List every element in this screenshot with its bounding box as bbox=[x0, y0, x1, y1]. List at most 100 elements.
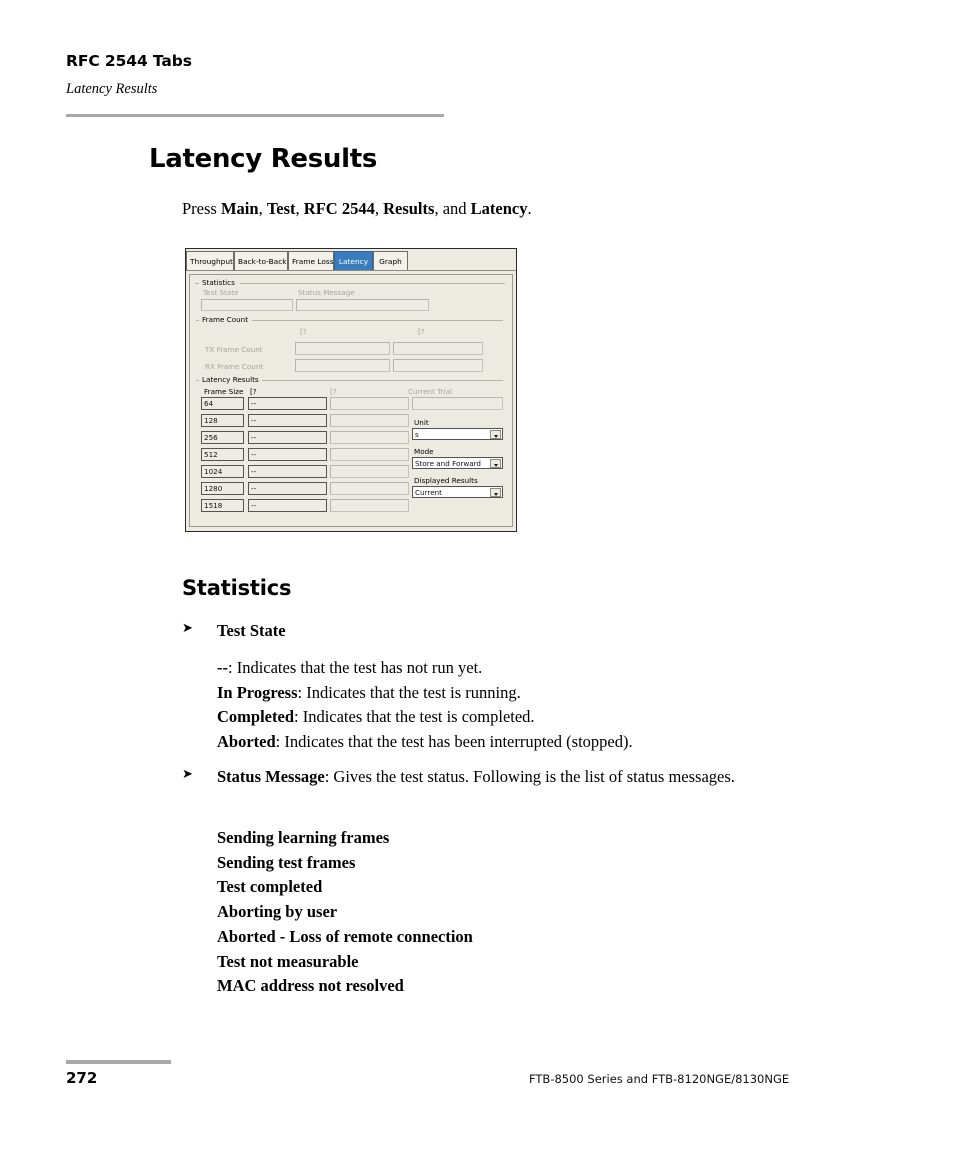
running-header-title: RFC 2544 Tabs bbox=[66, 52, 192, 70]
definition-item: Completed: Indicates that the test is co… bbox=[217, 705, 837, 730]
statistics-group-title: Statistics bbox=[199, 278, 238, 287]
status-message-item: Aborted - Loss of remote connection bbox=[217, 926, 473, 946]
intro-suffix: . bbox=[527, 199, 532, 218]
tab-frame-loss[interactable]: Frame Loss bbox=[288, 251, 334, 270]
col-header-measured: [? bbox=[250, 387, 257, 396]
latency-value: -- bbox=[251, 450, 257, 459]
statistics-group-border-right bbox=[240, 283, 505, 284]
frame-count-col-header-2: [? bbox=[418, 327, 425, 336]
frame-count-col-header-1: [? bbox=[300, 327, 307, 336]
unit-value: s bbox=[415, 430, 419, 439]
col-header-frame-size: Frame Size bbox=[204, 387, 244, 396]
definition-term: Aborted bbox=[217, 732, 276, 752]
latency-value-cell[interactable]: -- bbox=[248, 414, 327, 427]
tab-latency[interactable]: Latency bbox=[334, 251, 373, 270]
frame-size-cell[interactable]: 512 bbox=[201, 448, 244, 461]
latency-value-cell[interactable]: -- bbox=[248, 465, 327, 478]
latency-value-cell[interactable]: -- bbox=[248, 482, 327, 495]
tab-strip: Throughput Back-to-Back Frame Loss Laten… bbox=[186, 249, 516, 271]
latency-secondary-cell[interactable] bbox=[330, 482, 409, 495]
latency-value: -- bbox=[251, 416, 257, 425]
col-header-current-trial: Current Trial bbox=[408, 387, 452, 396]
rx-frame-count-field-1[interactable] bbox=[295, 359, 390, 372]
intro-step-results: Results bbox=[383, 199, 435, 218]
intro-step-main: Main bbox=[220, 199, 259, 218]
status-message-item: Test completed bbox=[217, 877, 323, 897]
col-header-secondary: [? bbox=[330, 387, 337, 396]
frame-size-cell[interactable]: 1024 bbox=[201, 465, 244, 478]
chevron-down-icon[interactable] bbox=[490, 459, 501, 468]
displayed-results-dropdown[interactable]: Current bbox=[412, 486, 503, 498]
latency-value-cell[interactable]: -- bbox=[248, 448, 327, 461]
unit-label: Unit bbox=[414, 418, 429, 427]
latency-value: -- bbox=[251, 399, 257, 408]
frame-size-cell[interactable]: 128 bbox=[201, 414, 244, 427]
bullet-test-state-term: Test State bbox=[217, 621, 286, 640]
frame-size-value: 256 bbox=[204, 433, 218, 442]
latency-results-group-title: Latency Results bbox=[199, 375, 262, 384]
intro-sep-4: , and bbox=[434, 199, 471, 218]
chevron-down-icon[interactable] bbox=[490, 430, 501, 439]
status-message-item: Aborting by user bbox=[217, 902, 338, 922]
latency-secondary-cell[interactable] bbox=[330, 397, 409, 410]
tx-frame-count-field-1[interactable] bbox=[295, 342, 390, 355]
tab-throughput[interactable]: Throughput bbox=[186, 251, 234, 270]
latency-results-panel: Statistics Test State Status Message Fra… bbox=[189, 274, 513, 527]
latency-value-cell[interactable]: -- bbox=[248, 397, 327, 410]
frame-size-cell[interactable]: 64 bbox=[201, 397, 244, 410]
definition-text: : Indicates that the test has not run ye… bbox=[228, 658, 483, 677]
embedded-ui-screenshot: Throughput Back-to-Back Frame Loss Laten… bbox=[185, 248, 517, 532]
status-message-item: MAC address not resolved bbox=[217, 976, 404, 996]
frame-size-cell[interactable]: 1518 bbox=[201, 499, 244, 512]
definition-term: In Progress bbox=[217, 682, 298, 702]
displayed-results-value: Current bbox=[415, 488, 442, 497]
frame-count-group-title: Frame Count bbox=[199, 315, 252, 324]
mode-label: Mode bbox=[414, 447, 434, 456]
frame-size-value: 64 bbox=[204, 399, 214, 408]
mode-dropdown[interactable]: Store and Forward bbox=[412, 457, 503, 469]
latency-secondary-cell[interactable] bbox=[330, 414, 409, 427]
chevron-down-icon[interactable] bbox=[490, 488, 501, 497]
test-state-definitions: --: Indicates that the test has not run … bbox=[217, 656, 837, 755]
header-divider bbox=[66, 114, 444, 117]
latency-secondary-cell[interactable] bbox=[330, 465, 409, 478]
unit-dropdown[interactable]: s bbox=[412, 428, 503, 440]
rx-frame-count-field-2[interactable] bbox=[393, 359, 483, 372]
latency-results-border-right bbox=[260, 380, 503, 381]
latency-secondary-cell[interactable] bbox=[330, 431, 409, 444]
test-state-field[interactable] bbox=[201, 299, 293, 311]
test-state-label: Test State bbox=[203, 288, 239, 297]
latency-value-cell[interactable]: -- bbox=[248, 499, 327, 512]
latency-value-cell[interactable]: -- bbox=[248, 431, 327, 444]
status-message-field[interactable] bbox=[296, 299, 429, 311]
running-header: RFC 2544 Tabs Latency Results bbox=[66, 52, 446, 98]
mode-value: Store and Forward bbox=[415, 459, 481, 468]
latency-secondary-cell[interactable] bbox=[330, 448, 409, 461]
displayed-results-label: Displayed Results bbox=[414, 476, 478, 485]
frame-size-cell[interactable]: 1280 bbox=[201, 482, 244, 495]
current-trial-cell[interactable] bbox=[412, 397, 503, 410]
definition-term: Completed bbox=[217, 707, 294, 727]
frame-size-value: 1518 bbox=[204, 501, 223, 510]
frame-size-cell[interactable]: 256 bbox=[201, 431, 244, 444]
bullet-status-message-body: : Gives the test status. Following is th… bbox=[324, 767, 735, 786]
latency-secondary-cell[interactable] bbox=[330, 499, 409, 512]
frame-size-value: 1280 bbox=[204, 484, 223, 493]
definition-text: : Indicates that the test is running. bbox=[297, 682, 521, 702]
status-message-item: Test not measurable bbox=[217, 951, 359, 971]
intro-step-rfc2544: RFC 2544 bbox=[303, 199, 375, 218]
bullet-status-message-term: Status Message bbox=[217, 767, 325, 786]
arrow-bullet-icon: ➤ bbox=[182, 621, 193, 636]
definition-item: In Progress: Indicates that the test is … bbox=[217, 681, 837, 706]
definition-item: --: Indicates that the test has not run … bbox=[217, 656, 837, 681]
tx-frame-count-field-2[interactable] bbox=[393, 342, 483, 355]
intro-sep-3: , bbox=[374, 199, 384, 218]
tab-back-to-back[interactable]: Back-to-Back bbox=[234, 251, 288, 270]
intro-step-test: Test bbox=[266, 199, 296, 218]
definition-item: Aborted: Indicates that the test has bee… bbox=[217, 730, 837, 755]
page-title: Latency Results bbox=[149, 144, 378, 174]
tab-graph[interactable]: Graph bbox=[373, 251, 408, 270]
bullet-test-state: ➤ Test State bbox=[182, 620, 822, 644]
running-header-subtitle: Latency Results bbox=[66, 80, 158, 97]
latency-value: -- bbox=[251, 484, 257, 493]
